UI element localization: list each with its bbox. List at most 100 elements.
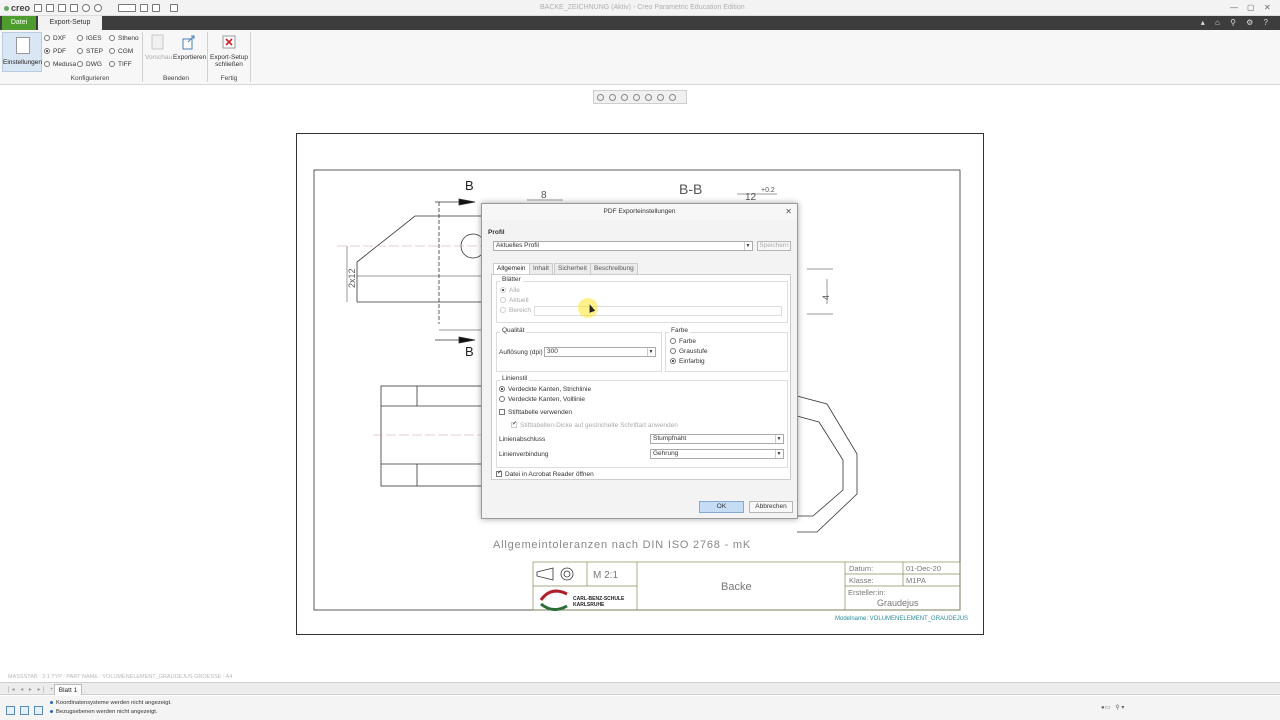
blaetter-label: Blätter <box>500 276 523 283</box>
linienabschluss-select[interactable]: Stumpfnaht ▼ <box>650 434 784 444</box>
tab-export-setup[interactable]: Export-Setup <box>38 16 102 30</box>
klasse-label: Klasse: <box>849 576 874 585</box>
model-name: Modelname: VOLUMENELEMENT_GRAUDEJUS <box>835 616 968 622</box>
title-bar: creo BACKE_ZEICHNUNG (Aktiv) - Creo Para… <box>0 0 1280 16</box>
format-iges-radio[interactable]: IGES <box>77 35 102 42</box>
blaetter-alle-radio[interactable]: Alle <box>500 287 520 294</box>
linienstil-label: Linienstil <box>500 375 530 382</box>
farbe-group-label: Farbe <box>669 327 690 334</box>
status-bar: Koordinatensysteme werden nicht angezeig… <box>0 696 1280 720</box>
close-window-icon[interactable] <box>170 4 178 12</box>
ersteller-label: Ersteller:in: <box>848 588 886 597</box>
window-title: BACKE_ZEICHNUNG (Aktiv) - Creo Parametri… <box>540 4 745 11</box>
browser-icon[interactable] <box>20 706 29 715</box>
format-tiff-radio[interactable]: TIFF <box>109 61 132 68</box>
format-dxf-radio[interactable]: DXF <box>44 35 66 42</box>
close-red-x-icon <box>222 35 236 49</box>
zoom-out-icon[interactable] <box>621 94 628 101</box>
tab-datei[interactable]: Datei <box>2 16 36 30</box>
qualitaet-label: Qualität <box>500 327 527 334</box>
select-box-icon[interactable] <box>118 4 136 12</box>
datum-display-icon[interactable] <box>657 94 664 101</box>
blaetter-bereich-radio[interactable]: Bereich <box>500 307 531 314</box>
speichern-button[interactable]: Speichern <box>757 241 791 251</box>
ribbon-right-icons[interactable]: ▴ ⌂ ⚲ ⚙ ? <box>1201 18 1272 27</box>
windows-icon[interactable] <box>152 4 160 12</box>
exportieren-button[interactable]: Exportieren <box>173 34 206 61</box>
stifttabelle-dicke-checkbox[interactable]: Stifttabellen-Dicke auf gestrichelte Sch… <box>511 420 678 429</box>
minimize-icon[interactable]: — <box>1230 3 1238 12</box>
format-stheno-radio[interactable]: Stheno <box>109 35 139 42</box>
datum-value: 01-Dec-20 <box>906 564 941 573</box>
dialog-title: PDF Exporteinstellungen <box>482 204 797 220</box>
farbe-einfarbig-radio[interactable]: Einfarbig <box>670 358 705 365</box>
new-icon[interactable] <box>34 4 42 12</box>
selection-filter-icons[interactable]: ●▭ ⚲ ▾ <box>1101 704 1124 711</box>
print-icon[interactable] <box>70 4 78 12</box>
section-marker-top: B <box>465 178 474 193</box>
format-dwg-radio[interactable]: DWG <box>77 61 102 68</box>
farbe-graustufe-radio[interactable]: Graustufe <box>670 348 708 355</box>
general-tolerances-note: Allgemeintoleranzen nach DIN ISO 2768 - … <box>493 539 751 551</box>
format-step-radio[interactable]: STEP <box>77 48 103 55</box>
volllinie-radio[interactable]: Verdeckte Kanten, Volllinie <box>499 396 585 403</box>
tab-sicherheit[interactable]: Sicherheit <box>554 263 591 274</box>
maximize-icon[interactable]: ▢ <box>1247 3 1255 12</box>
ok-button[interactable]: OK <box>699 501 744 513</box>
save-icon[interactable] <box>58 4 66 12</box>
zoom-in-icon[interactable] <box>609 94 616 101</box>
fullscreen-icon[interactable] <box>34 706 43 715</box>
linienabschluss-label: Linienabschluss <box>499 436 546 443</box>
group-label-fertig: Fertig <box>220 75 238 82</box>
tab-panel-allgemein: Blätter Alle Aktuell Bereich Qualität Au… <box>491 274 791 480</box>
chevron-down-icon: ▼ <box>775 450 782 458</box>
strichlinie-radio[interactable]: Verdeckte Kanten, Strichlinie <box>499 386 591 393</box>
ribbon-tab-bar: Datei Export-Setup ▴ ⌂ ⚲ ⚙ ? <box>0 16 1280 30</box>
format-pdf-radio[interactable]: PDF <box>44 48 66 55</box>
blaetter-aktuell-radio[interactable]: Aktuell <box>500 297 529 304</box>
refit-icon[interactable] <box>597 94 604 101</box>
tab-inhalt[interactable]: Inhalt <box>529 263 553 274</box>
datum-label: Datum: <box>849 564 873 573</box>
section-marker-bottom: B <box>465 344 474 359</box>
profil-select[interactable]: Aktuelles Profil ▼ <box>493 241 753 251</box>
section-view-title: B-B <box>679 181 702 197</box>
blaetter-group <box>496 281 788 323</box>
format-cgm-radio[interactable]: CGM <box>109 48 133 55</box>
vorschau-button[interactable]: Vorschau <box>145 34 172 61</box>
model-tree-icon[interactable] <box>6 706 15 715</box>
scale-value: M 2:1 <box>593 570 618 581</box>
close-icon[interactable]: ✕ <box>1264 3 1271 12</box>
redo-icon[interactable] <box>94 4 102 12</box>
farbe-farbe-radio[interactable]: Farbe <box>670 338 696 345</box>
stifttabelle-checkbox[interactable]: Stifttabelle verwenden <box>499 409 572 416</box>
repaint-icon[interactable] <box>633 94 640 101</box>
aufloesung-input[interactable]: 300 ▼ <box>544 347 656 357</box>
ersteller-value: Graudejus <box>877 598 919 608</box>
group-label-beenden: Beenden <box>162 75 190 82</box>
regenerate-icon[interactable] <box>140 4 148 12</box>
preview-icon <box>151 34 164 50</box>
spin-center-icon[interactable] <box>669 94 676 101</box>
format-medusa-radio[interactable]: Medusa <box>44 61 76 68</box>
bereich-input[interactable] <box>534 306 782 316</box>
open-icon[interactable] <box>46 4 54 12</box>
projection-symbol <box>536 567 574 581</box>
ribbon: Einstellungen DXF PDF Medusa IGES STEP D… <box>0 30 1280 85</box>
einstellungen-button[interactable]: Einstellungen <box>2 32 42 72</box>
annotation-display-icon[interactable] <box>645 94 652 101</box>
acrobat-checkbox[interactable]: Datei in Acrobat Reader öffnen <box>496 469 594 478</box>
dimension-2x12: 2x12 <box>347 268 357 288</box>
sheet-tab-blatt-1[interactable]: Blatt 1 <box>54 684 82 695</box>
sheet-navigation-icons[interactable]: |◂ ◂ ▸ ▸| + <box>8 686 55 693</box>
abbrechen-button[interactable]: Abbrechen <box>749 501 793 513</box>
export-setup-close-button[interactable]: Export-Setup schließen <box>209 34 249 68</box>
undo-icon[interactable] <box>82 4 90 12</box>
tab-beschreibung[interactable]: Beschreibung <box>590 263 638 274</box>
drawing-info-line: MASSSTAB : 2:1 TYP : PART NAME : VOLUMEN… <box>8 674 233 680</box>
linienverbindung-select[interactable]: Gehrung ▼ <box>650 449 784 459</box>
dimension-4: 4 <box>821 295 831 300</box>
dialog-close-icon[interactable]: ✕ <box>785 207 792 216</box>
dimension-12: 12 <box>745 192 757 203</box>
profil-label: Profil <box>488 229 505 236</box>
